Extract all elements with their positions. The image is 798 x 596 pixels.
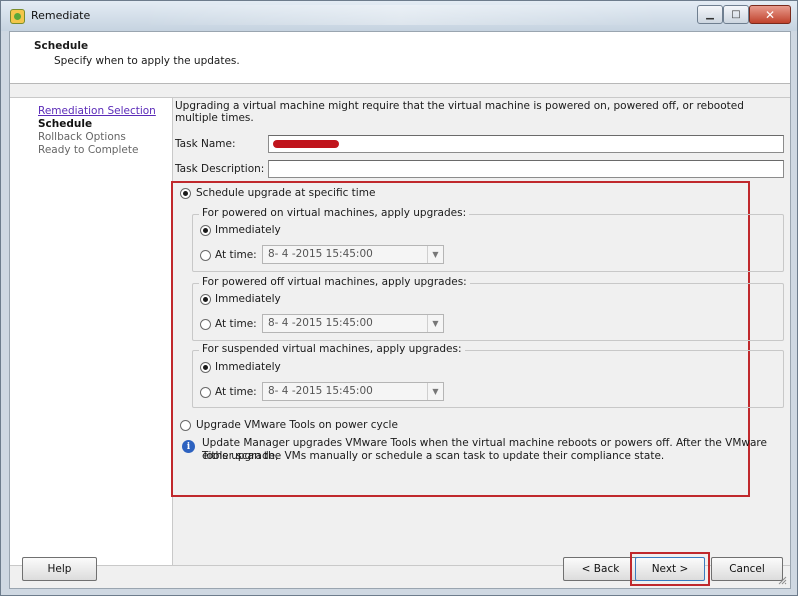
minimize-icon: ▁ [706,9,714,20]
info-icon-glyph: i [186,441,191,452]
suspended-at-time-label: At time: [215,386,257,398]
cancel-button-label: Cancel [729,563,765,575]
suspended-legend: For suspended virtual machines, apply up… [199,343,465,355]
remediate-app-icon [10,9,25,24]
suspended-datetime-value: 8- 4 -2015 15:45:00 [268,385,373,397]
powered-off-datetime-value: 8- 4 -2015 15:45:00 [268,317,373,329]
task-name-input[interactable] [268,135,784,153]
wizard-header: Schedule Specify when to apply the updat… [10,32,790,84]
nav-step-remediation-selection[interactable]: Remediation Selection [38,105,156,117]
powered-off-at-time-label: At time: [215,318,257,330]
powered-off-immediately-label: Immediately [215,293,281,305]
suspended-at-time-radio[interactable] [200,387,211,398]
powered-on-datetime-value: 8- 4 -2015 15:45:00 [268,248,373,260]
task-description-label: Task Description: [175,163,265,175]
cancel-button[interactable]: Cancel [711,557,783,581]
wizard-step-nav: Remediation Selection Schedule Rollback … [10,98,173,565]
suspended-datetime-picker[interactable]: 8- 4 -2015 15:45:00 ▼ [262,382,444,401]
powered-on-immediately-label: Immediately [215,224,281,236]
maximize-icon: □ [731,9,741,20]
powered-off-legend: For powered off virtual machines, apply … [199,276,470,288]
schedule-specific-time-label: Schedule upgrade at specific time [196,187,376,199]
redacted-task-name [273,140,339,148]
close-icon: ✕ [764,7,776,22]
powered-off-at-time-radio[interactable] [200,319,211,330]
schedule-specific-time-radio[interactable] [180,188,191,199]
close-button[interactable]: ✕ [749,5,791,24]
page-subtitle: Specify when to apply the updates. [54,55,240,67]
suspended-immediately-radio[interactable] [200,362,211,373]
upgrade-on-power-cycle-radio[interactable] [180,420,191,431]
nav-step-ready-to-complete: Ready to Complete [38,144,139,156]
window-title: Remediate [31,9,91,22]
remediate-window: Remediate ▁ □ ✕ Schedule Specify when to… [0,0,798,596]
chevron-down-icon[interactable]: ▼ [427,315,443,332]
back-button-label: < Back [581,563,620,575]
powered-off-datetime-picker[interactable]: 8- 4 -2015 15:45:00 ▼ [262,314,444,333]
maximize-button[interactable]: □ [723,5,749,24]
next-button-label: Next > [651,563,689,575]
powered-on-legend: For powered on virtual machines, apply u… [199,207,470,219]
next-button[interactable]: Next > [635,557,705,581]
wizard-body: Schedule Specify when to apply the updat… [9,31,791,589]
chevron-down-icon[interactable]: ▼ [427,383,443,400]
info-icon: i [182,440,195,453]
title-bar[interactable]: Remediate ▁ □ ✕ [1,1,797,31]
powered-on-at-time-label: At time: [215,249,257,261]
page-title: Schedule [34,40,89,52]
help-button[interactable]: Help [22,557,97,581]
upgrade-on-power-cycle-label: Upgrade VMware Tools on power cycle [196,419,398,431]
back-button[interactable]: < Back [563,557,638,581]
chevron-down-icon[interactable]: ▼ [427,246,443,263]
info-text-line-2: either scan the VMs manually or schedule… [202,450,665,462]
powered-on-datetime-picker[interactable]: 8- 4 -2015 15:45:00 ▼ [262,245,444,264]
suspended-immediately-label: Immediately [215,361,281,373]
powered-off-immediately-radio[interactable] [200,294,211,305]
title-bar-reflection [141,5,661,25]
task-description-input[interactable] [268,160,784,178]
intro-text: Upgrading a virtual machine might requir… [175,100,744,124]
resize-grip-icon[interactable] [777,575,787,585]
nav-step-schedule: Schedule [38,118,93,130]
nav-step-rollback-options: Rollback Options [38,131,126,143]
powered-on-at-time-radio[interactable] [200,250,211,261]
help-button-label: Help [47,563,72,575]
minimize-button[interactable]: ▁ [697,5,723,24]
task-name-label: Task Name: [175,138,236,150]
powered-on-immediately-radio[interactable] [200,225,211,236]
